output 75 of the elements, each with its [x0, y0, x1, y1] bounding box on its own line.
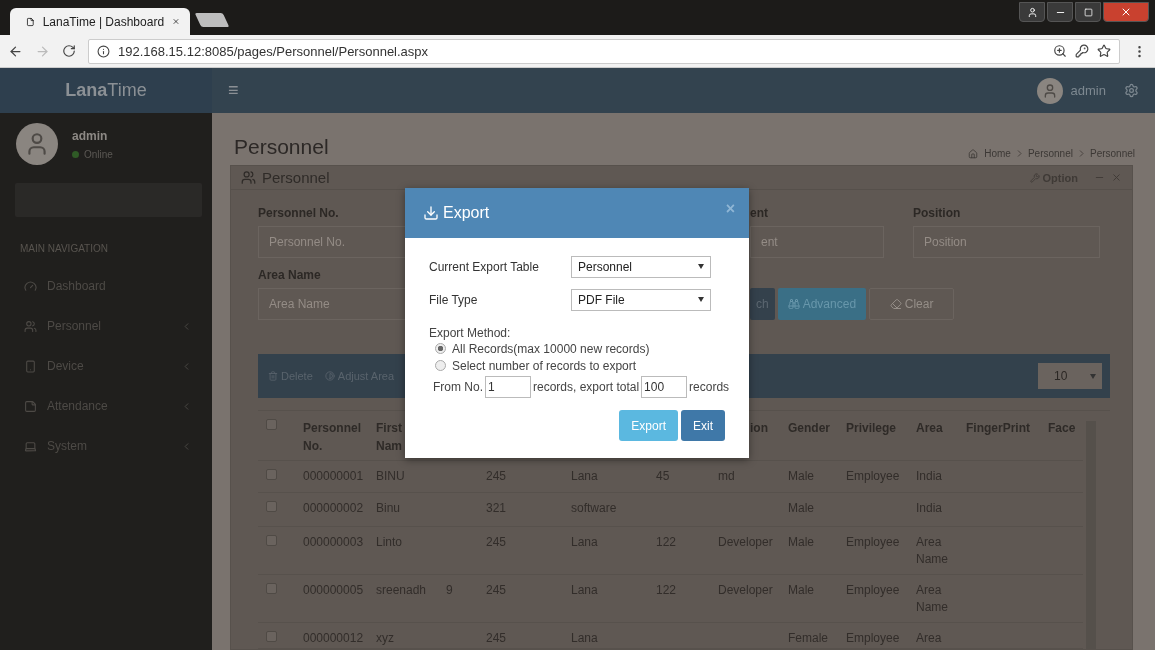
range-label: records, export total — [533, 380, 640, 394]
radio-button[interactable] — [435, 343, 446, 354]
status-dot — [72, 150, 79, 158]
wrench-icon — [1029, 172, 1040, 183]
close-icon[interactable] — [172, 16, 180, 27]
input-field[interactable]: 100 — [641, 376, 688, 398]
avatar[interactable] — [1036, 77, 1063, 104]
page-title: Personnel — [234, 135, 330, 159]
nav-icon — [24, 279, 37, 293]
reload-icon[interactable] — [62, 44, 76, 58]
new-tab-button[interactable] — [194, 13, 230, 27]
tab-title: LanaTime | Dashboard — [42, 14, 165, 29]
key-icon[interactable] — [1075, 44, 1089, 58]
checkbox[interactable] — [266, 631, 277, 642]
url-field[interactable]: 192.168.15.12:8085/pages/Personnel/Personnel.aspx — [88, 38, 1120, 64]
chevron-icon — [1016, 150, 1022, 157]
radio-label[interactable]: Select number of records to export — [452, 358, 637, 373]
nav-icon — [24, 359, 37, 373]
eraser-icon — [889, 298, 902, 310]
nav-heading: MAIN NAVIGATION — [19, 242, 109, 256]
user-name: admin — [72, 128, 109, 143]
page-size-select[interactable]: 10 — [1038, 363, 1102, 389]
select-field[interactable]: Personnel — [571, 255, 711, 278]
caret-icon — [698, 297, 704, 302]
caret-icon — [1090, 373, 1096, 379]
chevron-icon — [1078, 150, 1084, 157]
caret-icon — [698, 264, 704, 269]
nav-icon — [24, 439, 37, 453]
breadcrumb-link[interactable]: Personnel — [1027, 148, 1073, 159]
home-icon — [968, 148, 979, 159]
radio-button[interactable] — [435, 360, 446, 371]
maximize-icon — [1083, 7, 1093, 17]
checkbox[interactable] — [266, 419, 277, 430]
radio-label[interactable]: All Records(max 10000 new records) — [452, 341, 650, 356]
maximize-button[interactable] — [1075, 2, 1101, 22]
settings-icon[interactable] — [1124, 83, 1139, 98]
star-icon[interactable] — [1097, 44, 1111, 58]
user-icon — [1026, 6, 1038, 18]
info-icon[interactable] — [97, 44, 110, 58]
logo[interactable]: LanaTime — [65, 80, 147, 101]
close-icon[interactable] — [1111, 172, 1122, 183]
checkbox[interactable] — [266, 501, 277, 512]
close-icon — [1120, 6, 1132, 18]
profile-button[interactable] — [1019, 2, 1045, 22]
users-icon — [241, 170, 256, 185]
forward-icon[interactable] — [35, 43, 50, 59]
dialog-button[interactable]: Export — [619, 410, 678, 441]
menu-toggle[interactable]: ≡ — [228, 80, 239, 101]
field-label: Current Export Table — [429, 259, 540, 274]
checkbox[interactable] — [266, 583, 277, 594]
checkbox[interactable] — [266, 535, 277, 546]
page-icon — [26, 15, 35, 28]
breadcrumb-link[interactable]: Personnel — [1089, 148, 1135, 159]
close-button[interactable]: × — [725, 200, 735, 218]
select-field[interactable]: PDF File — [571, 288, 711, 311]
nav-icon — [24, 399, 37, 413]
contrast-icon — [324, 371, 335, 381]
breadcrumb-link[interactable]: Home — [984, 148, 1011, 159]
avatar — [16, 123, 58, 165]
user-name[interactable]: admin — [1070, 83, 1106, 98]
browser-tab[interactable]: LanaTime | Dashboard — [10, 8, 190, 35]
field-label: Export Method: — [429, 326, 512, 340]
trash-icon — [268, 371, 278, 381]
input-field[interactable]: 1 — [485, 376, 531, 398]
nav-icon — [24, 319, 37, 333]
dialog-title: Export — [443, 204, 490, 222]
range-label: From No. — [433, 380, 483, 394]
field-label: File Type — [429, 292, 479, 307]
dialog-button[interactable]: Exit — [681, 410, 725, 441]
back-icon[interactable] — [8, 43, 23, 59]
checkbox[interactable] — [266, 469, 277, 480]
binoculars-icon — [787, 298, 800, 310]
download-icon — [423, 205, 439, 221]
range-label: records — [689, 380, 730, 394]
zoom-icon[interactable] — [1053, 44, 1067, 58]
